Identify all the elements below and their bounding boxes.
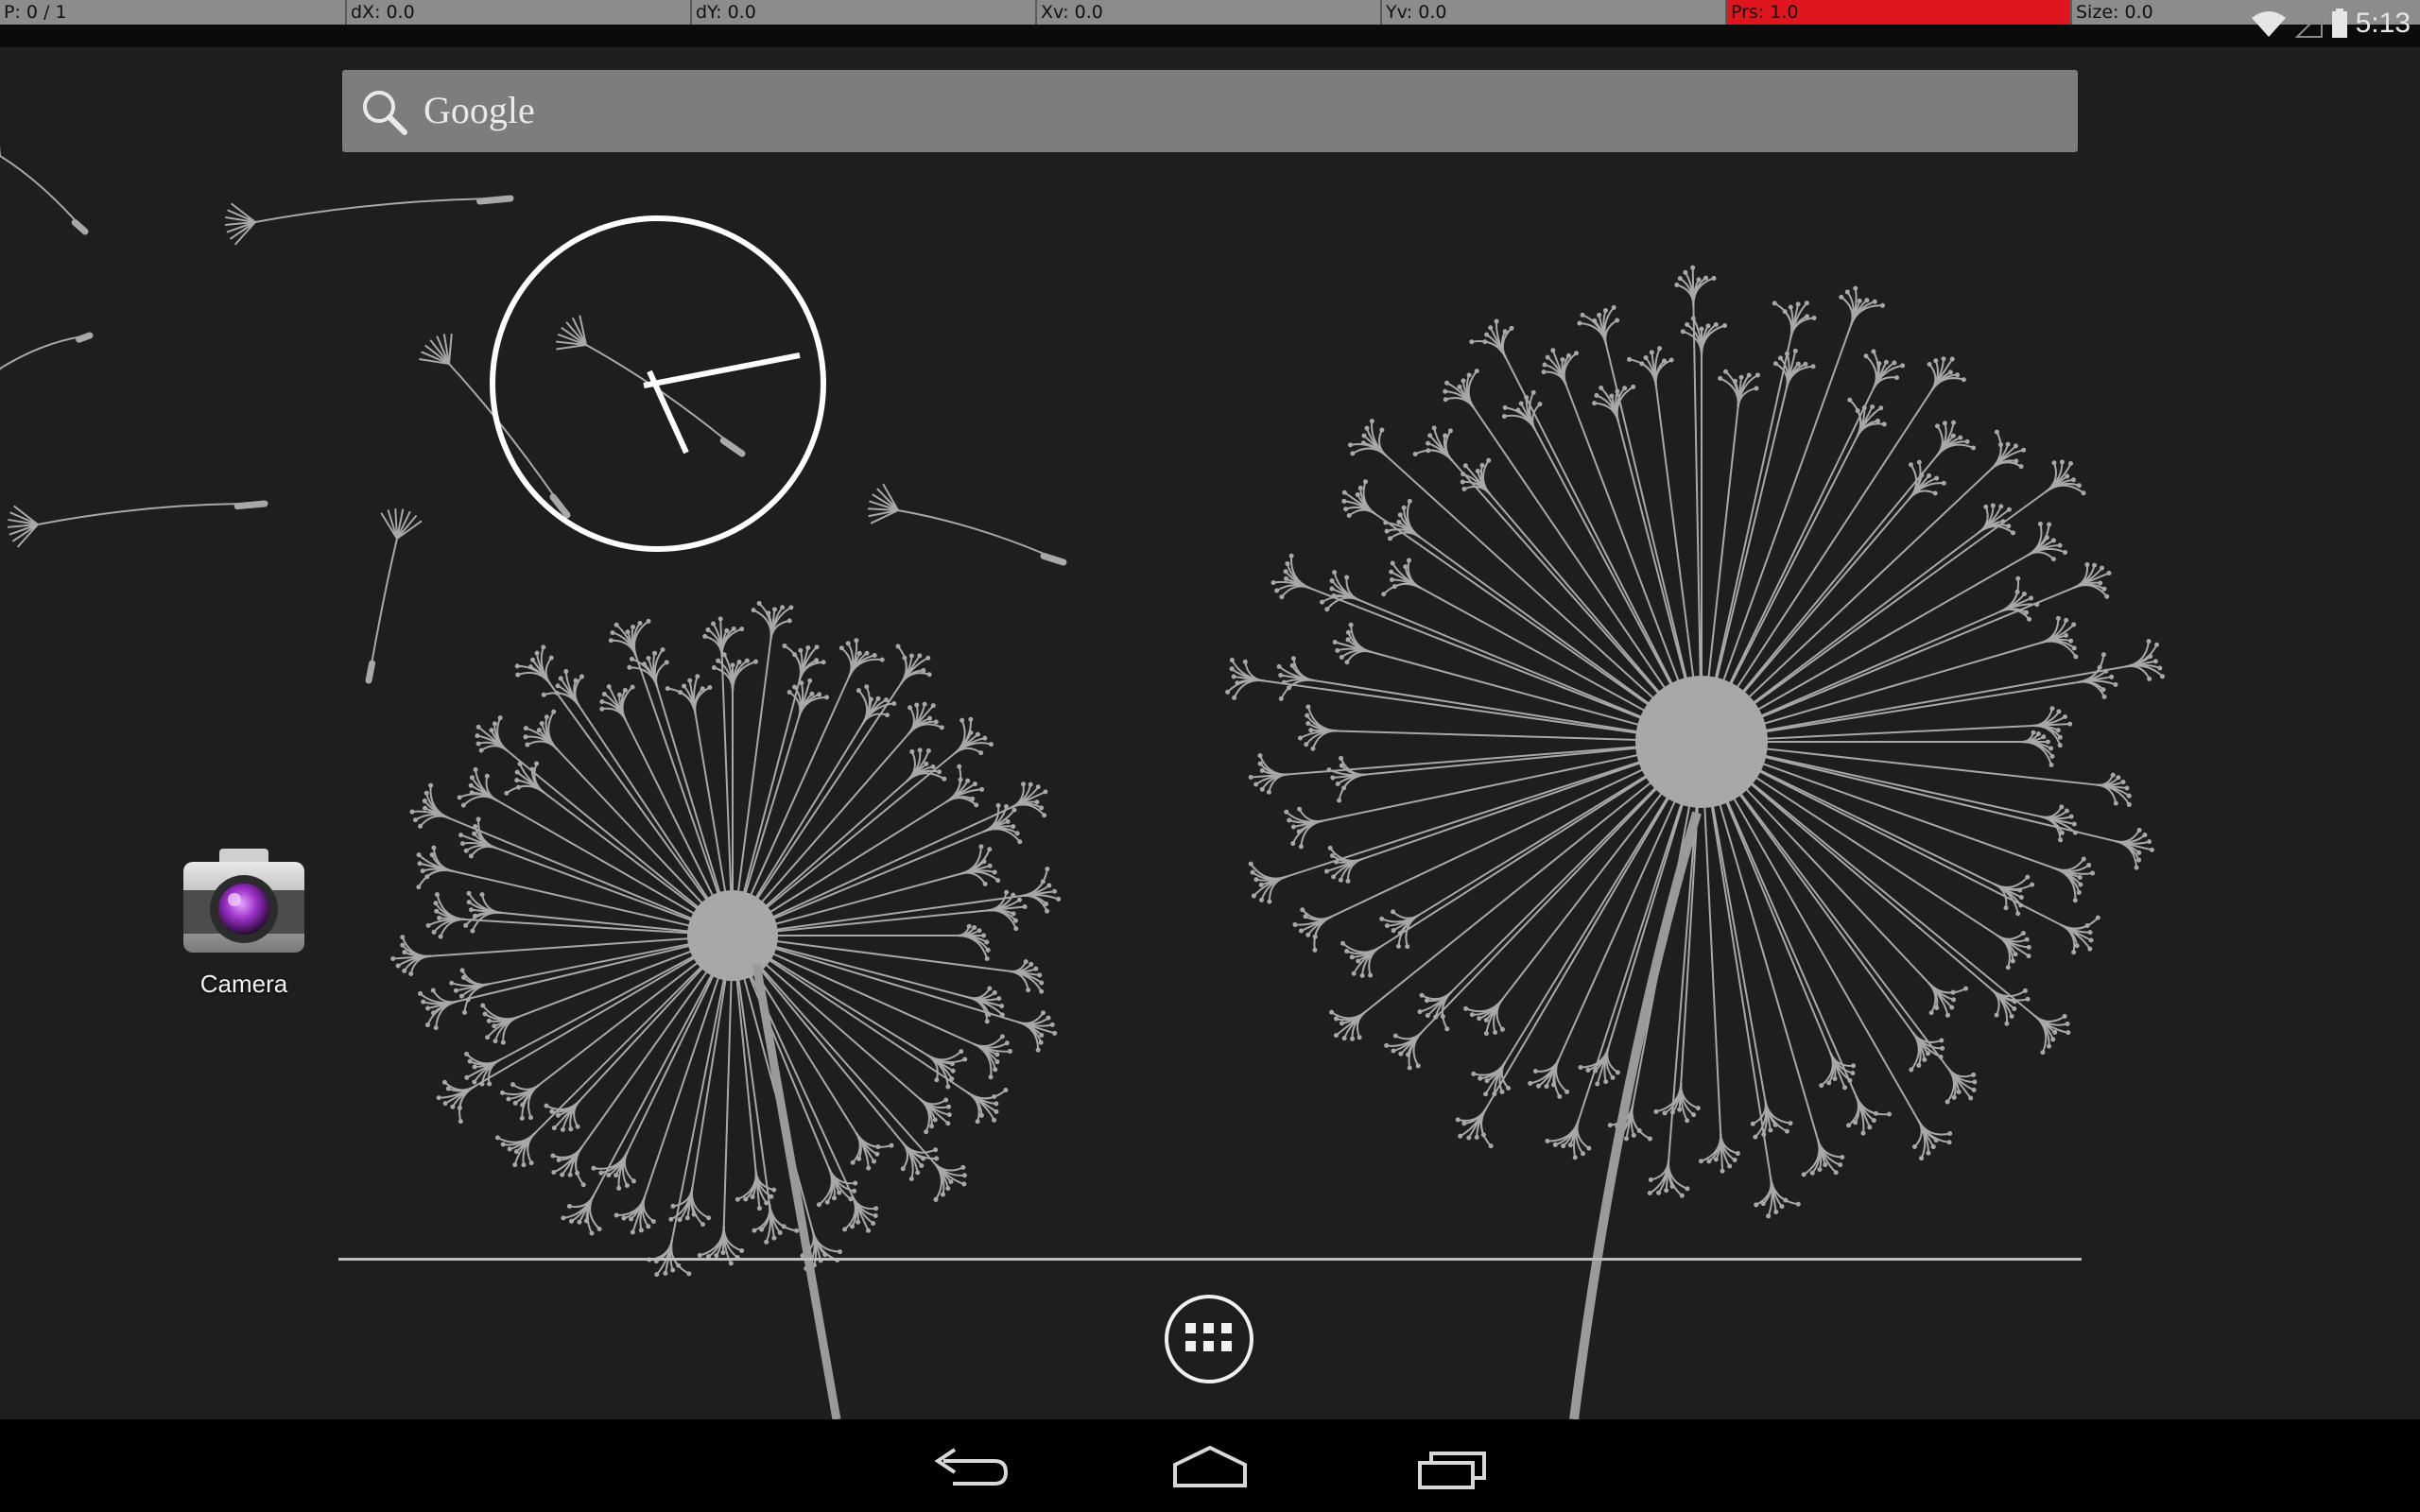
dandelion-left [390,601,1062,1278]
navigation-bar [0,1419,2420,1512]
pointer-dy: dY: 0.0 [690,0,1035,25]
dandelion-wallpaper [0,146,2165,1420]
status-icons: 5:13 [2250,0,2411,47]
pointer-xv: Xv: 0.0 [1035,0,1380,25]
dandelion-right-stem [1569,811,1702,1420]
signal-icon [2294,9,2323,38]
pointer-count: P: 0 / 1 [4,2,67,23]
all-apps-icon [1185,1323,1232,1351]
google-search-bar[interactable]: Google [342,70,2078,152]
pointer-yv: Yv: 0.0 [1380,0,1725,25]
battery-icon [2331,9,2347,38]
camera-icon [183,849,304,953]
pointer-pressure: Prs: 1.0 [1725,0,2070,25]
all-apps-button[interactable] [1165,1295,1253,1383]
dandelion-right [1225,265,2165,1219]
back-icon[interactable] [925,1438,1010,1495]
home-icon[interactable] [1167,1438,1253,1495]
analog-clock-widget[interactable] [487,213,829,555]
camera-label: Camera [199,970,288,998]
pointer-dx: dX: 0.0 [345,0,690,25]
status-clock: 5:13 [2355,8,2411,39]
search-label: Google [424,89,535,131]
wifi-icon [2251,11,2286,37]
recent-apps-icon[interactable] [1410,1438,1495,1495]
camera-shortcut[interactable]: Camera [161,841,327,1011]
dock-divider [338,1258,2082,1261]
search-icon [363,91,407,135]
pointer-location-bar: P: 0 / 1 dX: 0.0 dY: 0.0 Xv: 0.0 Yv: 0.0… [0,0,2420,25]
status-bar [0,25,2420,47]
clock-minute-hand [643,352,801,388]
